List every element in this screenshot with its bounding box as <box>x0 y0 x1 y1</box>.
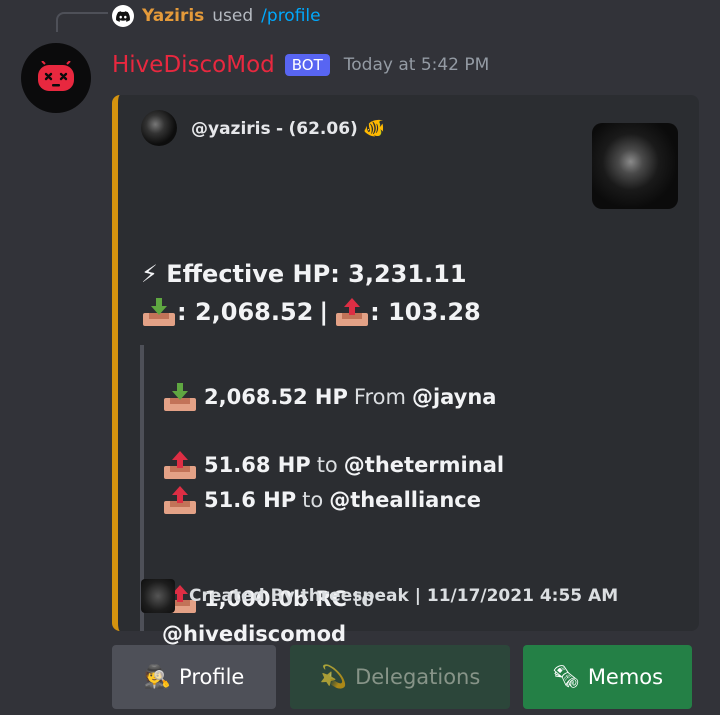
download-tray-icon <box>164 383 196 411</box>
delegation-out-row: 51.68 HP to @theterminal <box>162 448 504 482</box>
author-handle: @yaziris <box>191 118 271 139</box>
delegation-out-amount: 51.68 HP <box>204 453 311 477</box>
embed-footer: Created By threespeak | 11/17/2021 4:55 … <box>141 579 619 613</box>
delegation-out-account: @theterminal <box>343 453 505 477</box>
outgoing-total: : 103.28 <box>370 298 481 326</box>
profile-button-label: Profile <box>179 665 245 689</box>
slash-command[interactable]: /profile <box>261 6 320 26</box>
dizzy-icon: 💫 <box>319 664 348 690</box>
delegation-out-row: 51.6 HP to @thealliance <box>162 483 481 517</box>
delegation-in-word: From <box>353 385 406 409</box>
reply-username[interactable]: Yaziris <box>142 6 204 26</box>
hp-summary: : 2,068.52 | : 103.28 <box>141 295 481 329</box>
newspaper-icon: 🗞 <box>551 664 580 690</box>
message-timestamp[interactable]: Today at 5:42 PM <box>344 55 490 75</box>
footer-text: Created By threespeak | 11/17/2021 4:55 … <box>189 586 619 606</box>
incoming-total: : 2,068.52 <box>177 298 314 326</box>
delegation-in-account: @jayna <box>411 385 497 409</box>
reply-context[interactable]: Yaziris used /profile <box>112 4 321 28</box>
download-tray-icon <box>143 298 175 326</box>
upload-tray-icon <box>164 451 196 479</box>
message-header: HiveDiscoMod BOT Today at 5:42 PM <box>112 48 489 82</box>
user-avatar-icon[interactable] <box>112 5 134 27</box>
delegations-button[interactable]: 💫 Delegations <box>290 645 510 709</box>
delegations-button-label: Delegations <box>355 665 481 689</box>
delegation-in-row: 2,068.52 HP From @jayna <box>162 380 496 414</box>
effective-hp: ⚡ Effective HP: 3,231.11 <box>141 257 467 291</box>
embed-author: @yaziris - (62.06) 🐠 <box>141 110 386 146</box>
delegation-out-word: to <box>302 488 324 512</box>
delegation-out-account: @thealliance <box>329 488 481 512</box>
bot-username[interactable]: HiveDiscoMod <box>112 52 275 78</box>
detective-icon: 🕵 <box>143 664 172 690</box>
reply-connector <box>56 12 108 32</box>
author-score: (62.06) <box>288 118 358 139</box>
embed-thumbnail[interactable] <box>592 123 678 209</box>
delegation-in-amount: 2,068.52 HP <box>204 385 348 409</box>
profile-button[interactable]: 🕵 Profile <box>112 645 276 709</box>
upload-tray-icon <box>164 486 196 514</box>
author-separator: - <box>276 118 284 139</box>
footer-icon <box>141 579 175 613</box>
summary-divider: | <box>319 298 329 326</box>
author-avatar <box>141 110 177 146</box>
effective-hp-text: ⚡ Effective HP: 3,231.11 <box>141 260 467 288</box>
memos-button-label: Memos <box>587 665 664 689</box>
delegation-out-amount: 51.6 HP <box>204 488 297 512</box>
delegation-out-word: to <box>316 453 338 477</box>
reply-verb: used <box>212 6 254 26</box>
profile-embed: @yaziris - (62.06) 🐠 ⚡ Effective HP: 3,2… <box>112 95 699 646</box>
bot-avatar[interactable] <box>21 43 91 113</box>
bot-badge: BOT <box>284 54 330 76</box>
discord-bot-icon <box>38 61 74 91</box>
fish-icon: 🐠 <box>363 117 386 139</box>
upload-tray-icon <box>336 298 369 326</box>
rc-account: @hivediscomod <box>162 622 347 646</box>
memos-button[interactable]: 🗞 Memos <box>523 645 692 709</box>
